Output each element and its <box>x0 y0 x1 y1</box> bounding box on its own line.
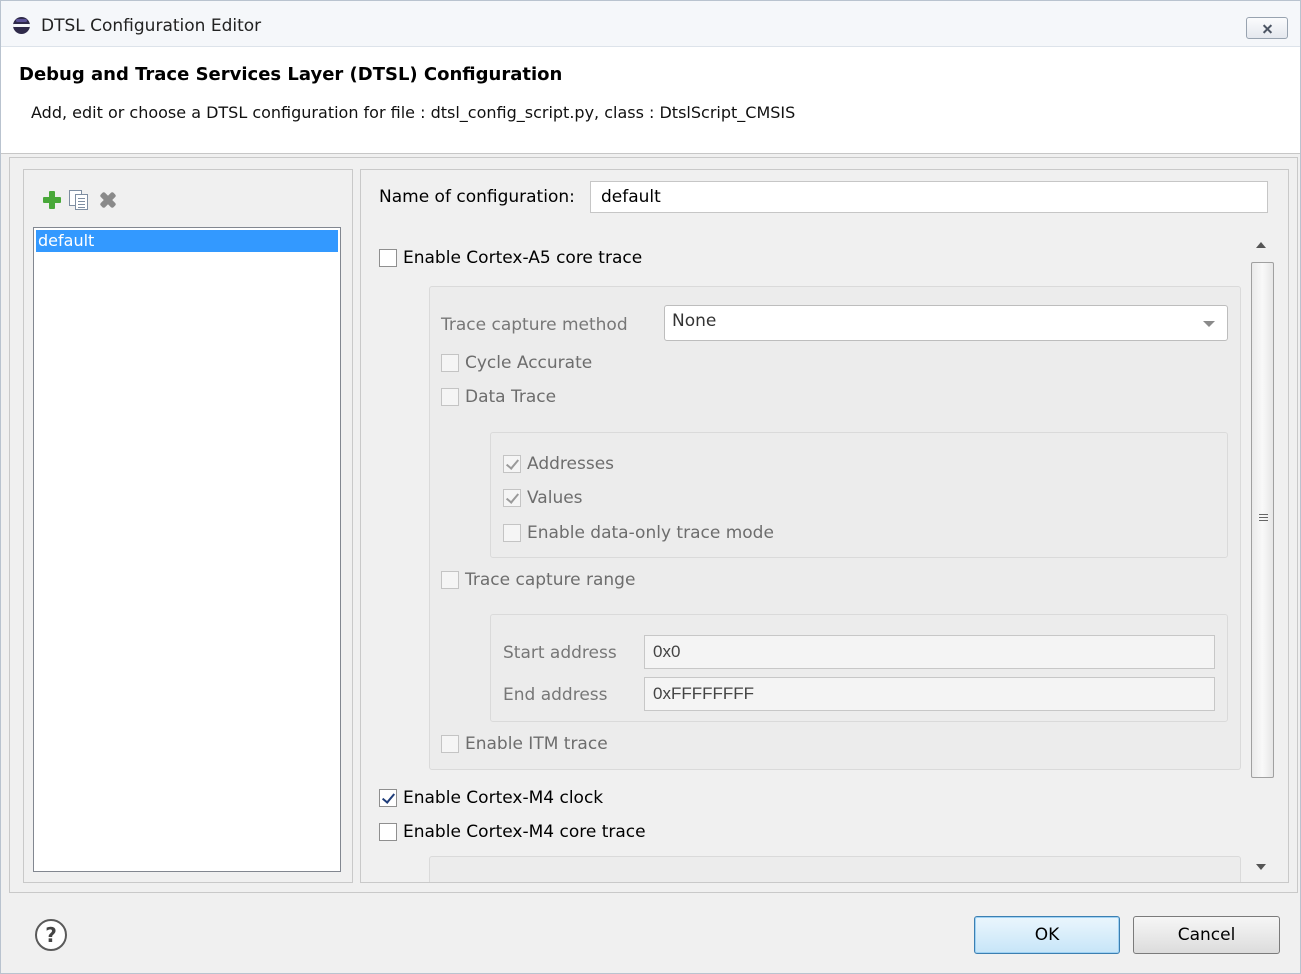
enable-itm-trace-label: Enable ITM trace <box>465 734 608 754</box>
enable-m4-trace-label: Enable Cortex-M4 core trace <box>403 822 646 842</box>
enable-m4-clock-label: Enable Cortex-M4 clock <box>403 788 604 808</box>
checkbox-box <box>441 571 459 589</box>
configurations-panel: default <box>23 169 353 883</box>
dialog-content: default Name of configuration: Enable Co… <box>9 157 1298 893</box>
enable-a5-trace-checkbox[interactable]: Enable Cortex-A5 core trace <box>379 248 642 268</box>
name-label: Name of configuration: <box>379 187 575 207</box>
checkbox-box <box>379 249 397 267</box>
help-icon[interactable]: ? <box>35 919 67 951</box>
enable-m4-trace-checkbox[interactable]: Enable Cortex-M4 core trace <box>379 822 646 842</box>
page-title: Debug and Trace Services Layer (DTSL) Co… <box>19 64 563 85</box>
data-trace-options-group: Addresses Values Enable data-only trace … <box>490 432 1228 558</box>
enable-m4-clock-checkbox[interactable]: Enable Cortex-M4 clock <box>379 788 603 808</box>
end-address-input[interactable] <box>644 677 1215 711</box>
configuration-details-panel: Name of configuration: Enable Cortex-A5 … <box>360 169 1289 883</box>
data-only-trace-label: Enable data-only trace mode <box>527 523 774 543</box>
capture-method-select[interactable]: None <box>664 305 1228 341</box>
window-title: DTSL Configuration Editor <box>41 16 262 36</box>
checkbox-box <box>379 823 397 841</box>
values-label: Values <box>527 488 583 508</box>
addresses-checkbox[interactable]: Addresses <box>503 454 614 474</box>
data-trace-label: Data Trace <box>465 387 557 407</box>
end-address-label: End address <box>503 685 608 705</box>
options-scroll-area: Enable Cortex-A5 core trace Trace captur… <box>361 232 1288 882</box>
start-address-label: Start address <box>503 643 617 663</box>
a5-trace-group: Trace capture method None Cycle Accurate… <box>429 286 1241 770</box>
close-icon[interactable] <box>1246 17 1288 39</box>
start-address-input[interactable] <box>644 635 1215 669</box>
cycle-accurate-checkbox[interactable]: Cycle Accurate <box>441 353 592 373</box>
data-trace-checkbox[interactable]: Data Trace <box>441 387 556 407</box>
copy-icon[interactable] <box>68 189 90 211</box>
trace-capture-range-checkbox[interactable]: Trace capture range <box>441 570 635 590</box>
checkbox-box <box>503 489 521 507</box>
checkbox-box <box>441 388 459 406</box>
scroll-up-arrow-icon[interactable] <box>1256 242 1266 248</box>
eclipse-app-icon <box>13 17 30 34</box>
capture-method-label: Trace capture method <box>441 315 628 335</box>
cancel-button[interactable]: Cancel <box>1133 916 1280 954</box>
delete-icon[interactable] <box>97 189 119 211</box>
add-icon[interactable] <box>41 189 63 211</box>
page-description: Add, edit or choose a DTSL configuration… <box>31 103 796 122</box>
capture-method-value: None <box>672 311 717 331</box>
values-checkbox[interactable]: Values <box>503 488 583 508</box>
configuration-list[interactable]: default <box>33 227 341 872</box>
checkbox-box <box>503 524 521 542</box>
addresses-label: Addresses <box>527 454 615 474</box>
checkbox-box <box>441 735 459 753</box>
scroll-down-arrow-icon[interactable] <box>1256 864 1266 870</box>
checkbox-box <box>441 354 459 372</box>
header-banner: Debug and Trace Services Layer (DTSL) Co… <box>1 47 1300 154</box>
vertical-scrollbar[interactable] <box>1250 232 1276 882</box>
data-only-trace-checkbox[interactable]: Enable data-only trace mode <box>503 523 774 543</box>
cycle-accurate-label: Cycle Accurate <box>465 353 593 373</box>
scrollbar-thumb[interactable] <box>1251 262 1274 778</box>
m4-trace-group <box>429 856 1241 882</box>
chevron-down-icon <box>1203 321 1215 327</box>
capture-range-group: Start address End address <box>490 614 1228 722</box>
configuration-name-input[interactable] <box>590 181 1268 213</box>
dtsl-config-dialog: DTSL Configuration Editor Debug and Trac… <box>0 0 1301 974</box>
grip-icon <box>1259 514 1268 515</box>
checkbox-box <box>379 789 397 807</box>
enable-itm-trace-checkbox[interactable]: Enable ITM trace <box>441 734 608 754</box>
title-bar: DTSL Configuration Editor <box>1 1 1300 47</box>
list-item[interactable]: default <box>36 230 338 252</box>
checkbox-box <box>503 455 521 473</box>
trace-capture-range-label: Trace capture range <box>465 570 636 590</box>
enable-a5-trace-label: Enable Cortex-A5 core trace <box>403 248 643 268</box>
ok-button[interactable]: OK <box>974 916 1120 954</box>
